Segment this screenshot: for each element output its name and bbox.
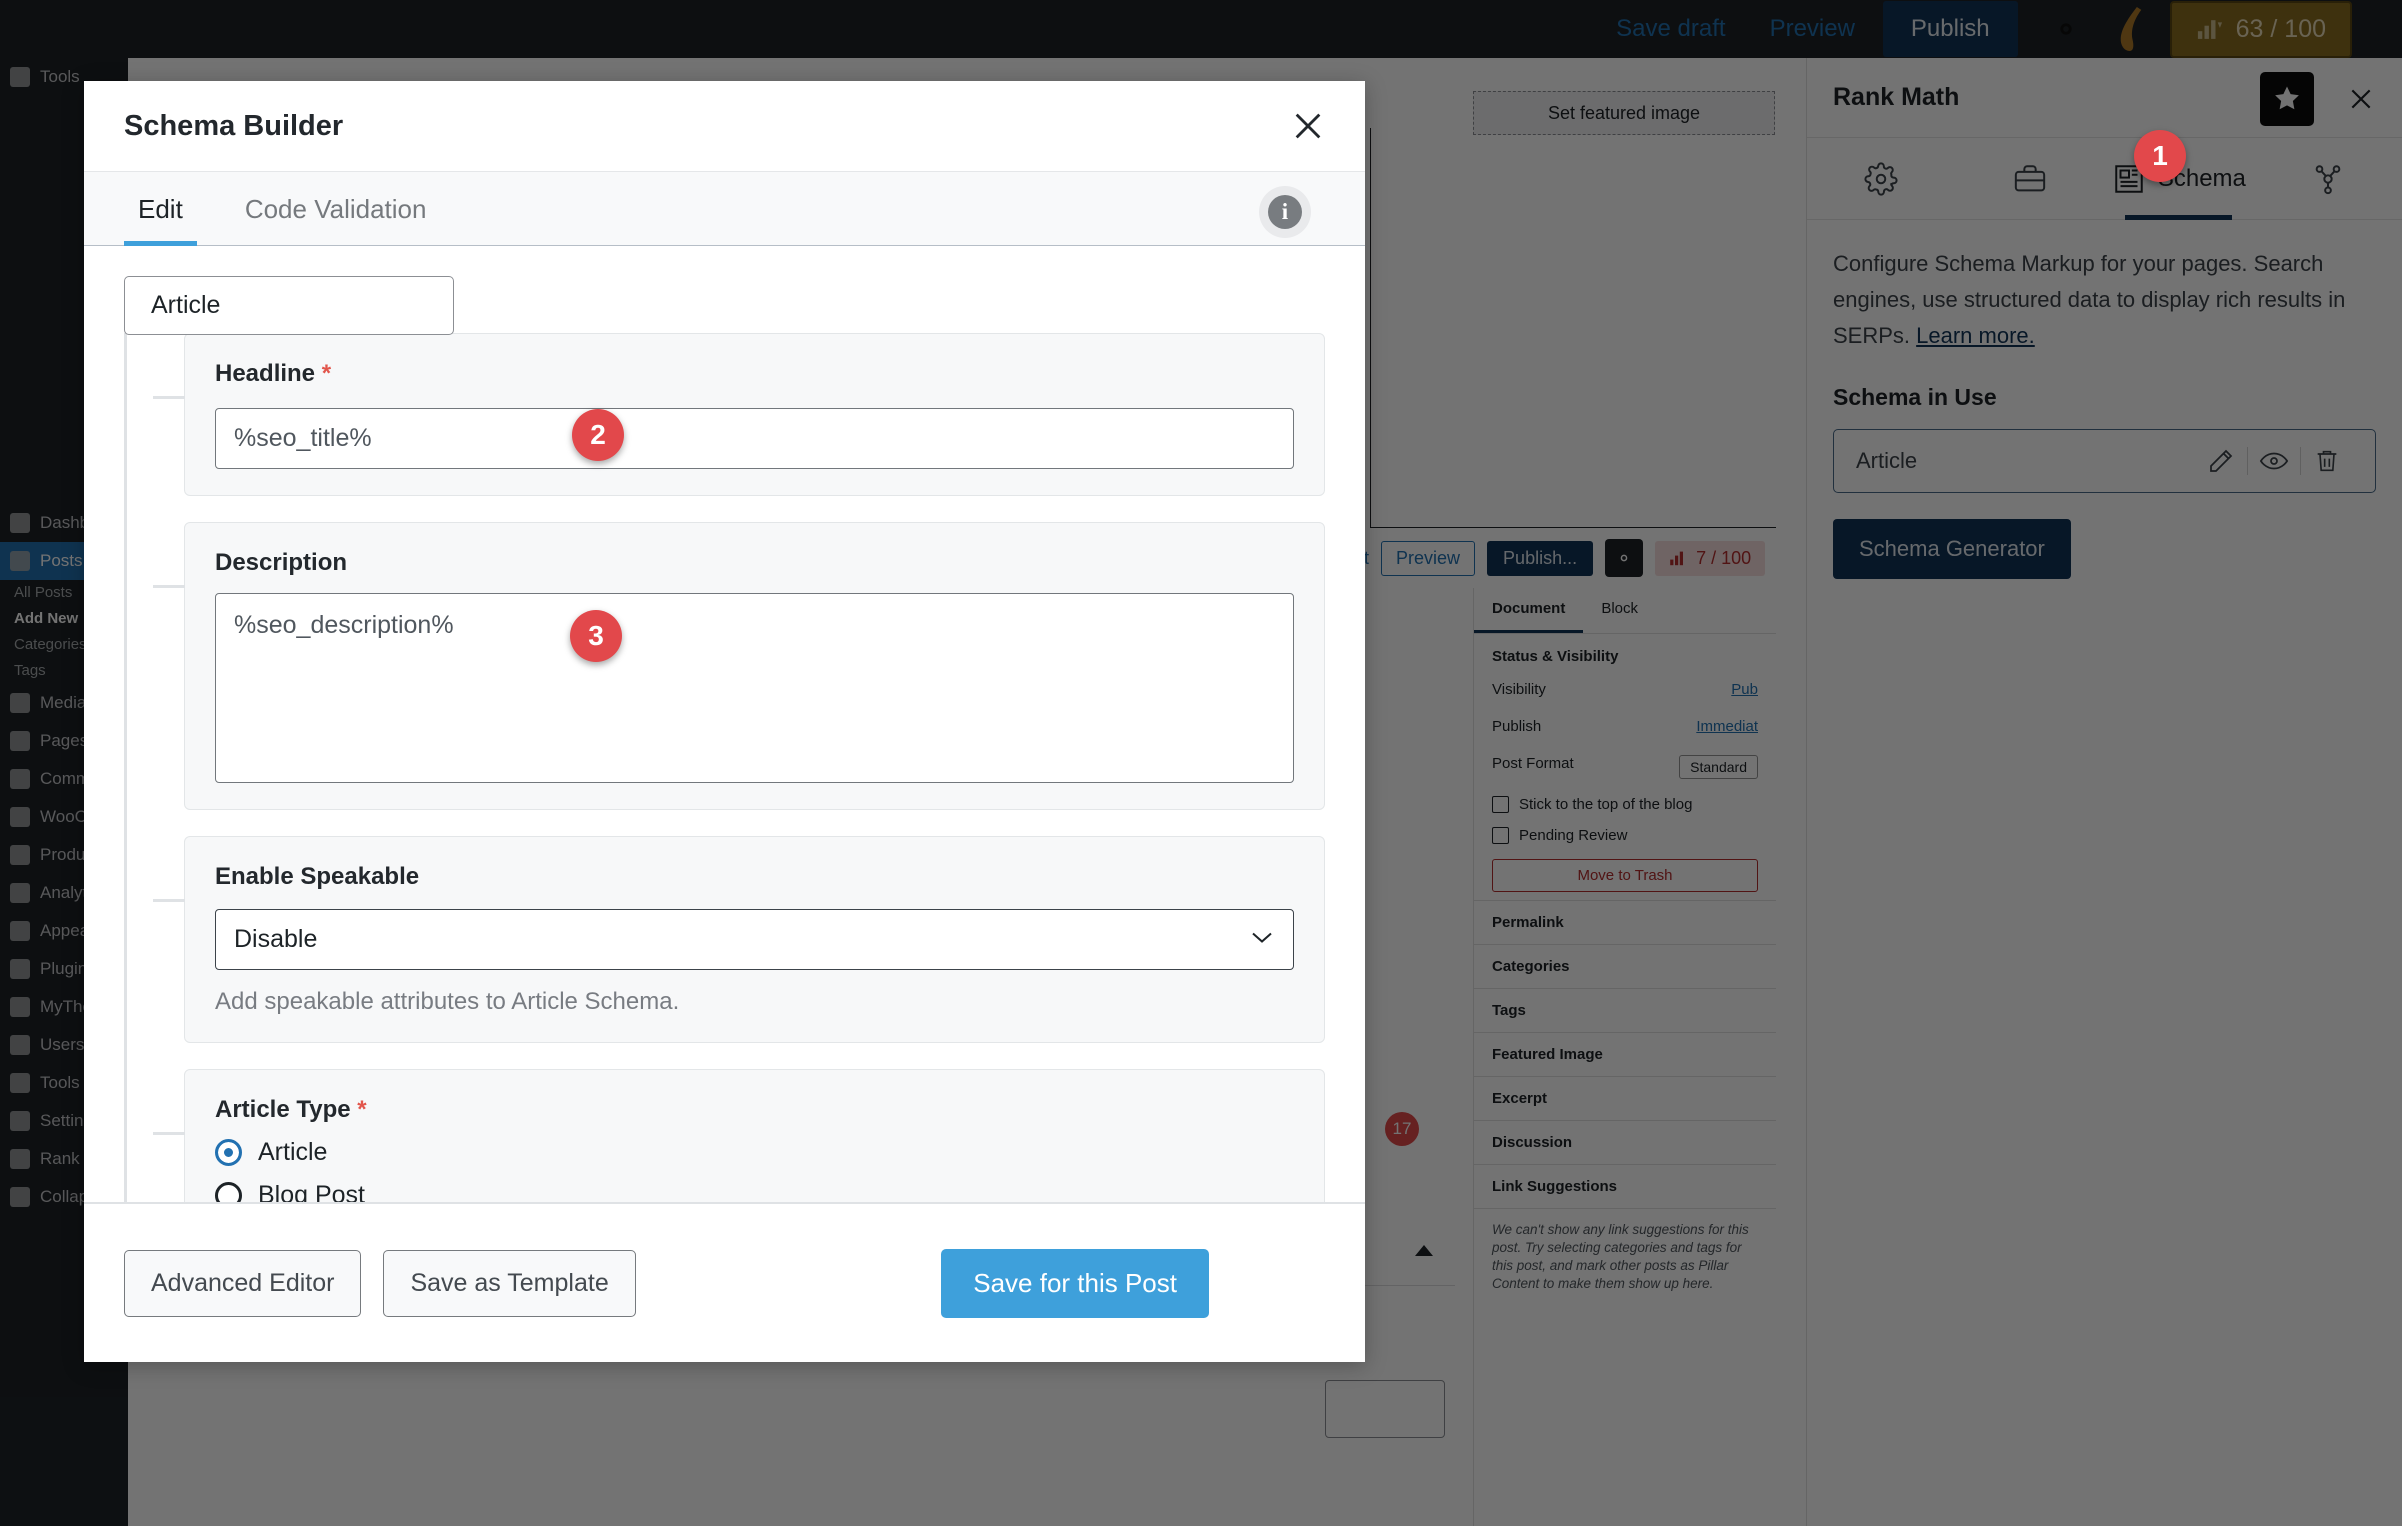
callout-badge-1: 1 (2134, 130, 2186, 182)
description-label: Description (215, 549, 348, 576)
schema-field-tree: Headline * Description %seo_description%… (124, 333, 1325, 1202)
speakable-label: Enable Speakable (215, 863, 420, 890)
description-textarea[interactable]: %seo_description% (215, 593, 1294, 783)
save-for-this-post-button[interactable]: Save for this Post (941, 1248, 1209, 1318)
required-asterisk: * (321, 360, 332, 387)
field-article-type: Article Type * Article Blog Post News Ar… (153, 1069, 1325, 1202)
screen-root: [nu 2. Ther ab if t Set featured image S… (0, 0, 2402, 1526)
schema-builder-modal: Schema Builder Edit Code Validation i Ar… (84, 81, 1365, 1362)
info-icon-glyph: i (1268, 195, 1302, 229)
close-icon[interactable] (1285, 103, 1331, 149)
field-headline: Headline * (153, 333, 1325, 496)
info-icon[interactable]: i (1259, 186, 1311, 238)
radio-article-input[interactable] (215, 1139, 242, 1166)
headline-label-text: Headline (215, 360, 316, 387)
required-asterisk: * (357, 1096, 367, 1123)
speakable-help-text: Add speakable attributes to Article Sche… (215, 988, 680, 1015)
tab-edit[interactable]: Edit (124, 194, 197, 246)
modal-title: Schema Builder (124, 109, 344, 142)
modal-header: Schema Builder (84, 81, 1365, 171)
schema-node-chip[interactable]: Article (124, 276, 454, 335)
article-type-label: Article Type * (215, 1096, 1294, 1124)
radio-blog-post-input[interactable] (215, 1182, 242, 1202)
field-enable-speakable: Enable Speakable Disable Add speakable a… (153, 836, 1325, 1043)
radio-article[interactable]: Article (215, 1138, 1294, 1167)
article-type-label-text: Article Type (215, 1096, 351, 1123)
radio-article-label: Article (258, 1138, 328, 1166)
speakable-select[interactable]: Disable (215, 909, 1294, 970)
speakable-select-wrap: Disable (215, 909, 1294, 970)
modal-footer: Advanced Editor Save as Template Save fo… (84, 1202, 1365, 1362)
advanced-editor-button[interactable]: Advanced Editor (124, 1249, 362, 1317)
field-description: Description %seo_description% (153, 522, 1325, 810)
radio-blog-post[interactable]: Blog Post (215, 1181, 1294, 1202)
headline-label: Headline * (215, 360, 1294, 388)
radio-blog-post-label: Blog Post (258, 1181, 366, 1202)
tab-code-validation[interactable]: Code Validation (231, 194, 441, 245)
callout-badge-3: 3 (570, 610, 622, 662)
callout-badge-2: 2 (572, 409, 624, 461)
save-as-template-button[interactable]: Save as Template (383, 1249, 636, 1317)
modal-tabs: Edit Code Validation i (84, 171, 1365, 246)
modal-body: Article Headline * Description %seo_desc… (84, 246, 1365, 1202)
headline-input[interactable] (215, 408, 1294, 469)
